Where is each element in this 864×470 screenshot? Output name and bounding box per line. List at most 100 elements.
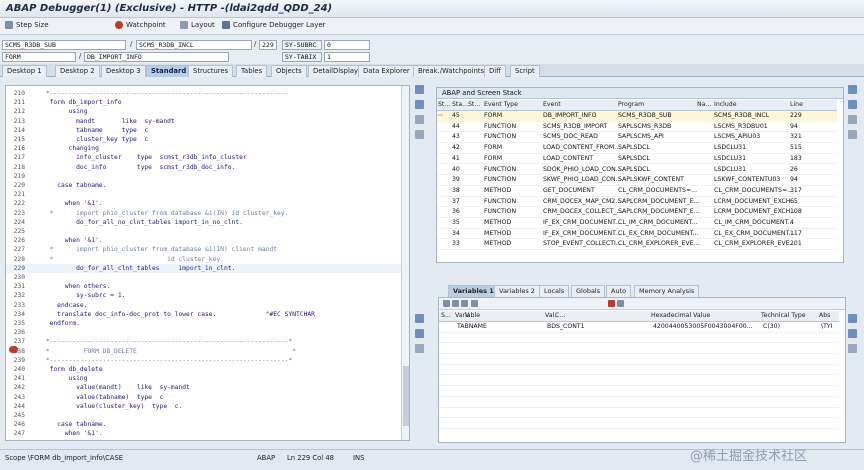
code-line[interactable]: 227 * import phio_cluster from database … bbox=[6, 245, 409, 254]
block-type-field[interactable]: FORM bbox=[2, 52, 76, 62]
stack-row[interactable]: 41 FORM LOAD_CONTENT SAPLSDCL LSDCLU31 183 bbox=[437, 154, 837, 165]
swap-icon[interactable] bbox=[848, 329, 857, 338]
layout-button[interactable]: Layout bbox=[180, 21, 215, 29]
stack-row[interactable]: 40 FUNCTION SDOK_PHIO_LOAD_CON... SAPLSDCL L… bbox=[437, 165, 837, 176]
tab-desktop-2[interactable]: Desktop 2 bbox=[55, 65, 100, 77]
code-line[interactable]: 212 using bbox=[6, 107, 409, 116]
editor-scrollbar[interactable] bbox=[401, 86, 409, 440]
code-line[interactable]: 247 when '&1'. bbox=[6, 429, 409, 438]
tool-icon[interactable] bbox=[415, 115, 424, 124]
source-code-editor[interactable]: 210 *-----------------------------------… bbox=[5, 85, 410, 441]
tab-script[interactable]: Script bbox=[510, 65, 540, 77]
code-line[interactable]: 224 do_for_all_no_clnt_tables import_in_… bbox=[6, 218, 409, 227]
program-field[interactable]: SCMS_R3DB_SUB bbox=[2, 40, 126, 50]
sy-tabix-value[interactable]: 1 bbox=[324, 52, 370, 62]
code-line[interactable]: 228 * id cluster_key. bbox=[6, 255, 409, 264]
tab-tables[interactable]: Tables bbox=[236, 65, 268, 77]
code-line[interactable]: 240 form db_delete bbox=[6, 365, 409, 374]
code-line[interactable]: 245 bbox=[6, 411, 409, 420]
code-line[interactable]: 216 changing bbox=[6, 144, 409, 153]
tab-data-explorer[interactable]: Data Explorer bbox=[358, 65, 415, 77]
tab-locals[interactable]: Locals bbox=[539, 285, 570, 297]
stack-row[interactable]: 35 METHOD IF_EX_CRM_DOCUMENT... CL_IM_CRM_D… bbox=[437, 218, 837, 229]
tool-icon[interactable] bbox=[848, 115, 857, 124]
code-line[interactable]: 229 do_for_all_clnt_tables import_in_cln… bbox=[6, 263, 409, 273]
stack-row[interactable]: 42 FORM LOAD_CONTENT_FROM... SAPLSDCL LSDCLU… bbox=[437, 143, 837, 154]
swap-icon[interactable] bbox=[848, 100, 857, 109]
code-line[interactable]: 217 info_cluster type scmst_r3db_info_cl… bbox=[6, 153, 409, 162]
code-line[interactable]: 236 bbox=[6, 328, 409, 337]
block-name-field[interactable]: DB_IMPORT_INFO bbox=[84, 52, 229, 62]
column-header[interactable]: Na... bbox=[697, 100, 711, 110]
stack-row[interactable]: 37 FUNCTION CRM_DOCEX_MAP_CM2... SAPLCRM_DO… bbox=[437, 197, 837, 208]
maximize-icon[interactable] bbox=[415, 314, 424, 323]
tool-icon[interactable] bbox=[415, 344, 424, 353]
column-header[interactable]: St... bbox=[438, 100, 450, 110]
column-header[interactable]: Event bbox=[543, 100, 561, 110]
delete-icon[interactable] bbox=[443, 300, 450, 307]
code-line[interactable]: 226 when '&1'. bbox=[6, 236, 409, 245]
column-header[interactable]: Line bbox=[790, 100, 803, 110]
stack-row[interactable]: 38 METHOD GET_DOCUMENT CL_CRM_DOCUMENTS=...… bbox=[437, 186, 837, 197]
code-line[interactable]: 211 form db_import_info bbox=[6, 98, 409, 107]
code-line[interactable]: 241 using bbox=[6, 374, 409, 383]
stack-row[interactable]: 43 FUNCTION SCMS_DOC_READ SAPLSCMS_API LSCMS… bbox=[437, 132, 837, 144]
code-line[interactable]: 231 when others. bbox=[6, 282, 409, 291]
code-line[interactable]: 223 * import phio_cluster from database … bbox=[6, 209, 409, 218]
stack-row[interactable]: 34 METHOD IF_EX_CRM_DOCUMENT... CL_EX_CRM_D… bbox=[437, 229, 837, 240]
code-line[interactable]: 219 bbox=[6, 172, 409, 181]
swap-icon[interactable] bbox=[415, 329, 424, 338]
column-header[interactable]: S... bbox=[441, 311, 451, 321]
column-header[interactable]: V... bbox=[465, 311, 474, 321]
tab-variables-2[interactable]: Variables 2 bbox=[494, 285, 540, 297]
stack-row[interactable]: 36 FUNCTION CRM_DOCEX_COLLECT_... SAPLCRM_D… bbox=[437, 207, 837, 218]
step-size-button[interactable]: Step Size bbox=[5, 21, 49, 29]
code-line[interactable]: 235 endform. bbox=[6, 319, 409, 328]
code-line[interactable]: 221 bbox=[6, 190, 409, 199]
swap-icon[interactable] bbox=[415, 100, 424, 109]
code-line[interactable]: 220 case tabname. bbox=[6, 181, 409, 190]
column-header[interactable]: Hexadecimal Value bbox=[651, 311, 710, 321]
code-line[interactable]: 239 *-----------------------------------… bbox=[6, 356, 409, 365]
stack-row[interactable]: 39 FUNCTION SKWF_PHIO_LOAD_CON... SAPLSKWF_… bbox=[437, 175, 837, 186]
code-line[interactable]: 222 when '&1'. bbox=[6, 199, 409, 208]
close-tool-icon[interactable] bbox=[848, 130, 857, 139]
code-line[interactable]: 210 *-----------------------------------… bbox=[6, 89, 409, 98]
code-line[interactable]: 233 endcase. bbox=[6, 301, 409, 310]
tab-standard[interactable]: Standard bbox=[146, 65, 192, 77]
tab-variables-1[interactable]: Variables 1 bbox=[448, 285, 499, 297]
close-tool-icon[interactable] bbox=[415, 130, 424, 139]
code-line[interactable]: 237 *-----------------------------------… bbox=[6, 337, 409, 346]
column-header[interactable]: Abs bbox=[819, 311, 830, 321]
column-header[interactable]: C... bbox=[555, 311, 565, 321]
configure-debugger-layer-button[interactable]: Configure Debugger Layer bbox=[222, 21, 326, 29]
tab-diff[interactable]: Diff bbox=[484, 65, 506, 77]
variable-row[interactable]: TABNAME BDS_CONT1 4200440053005F0043004F00… bbox=[439, 322, 839, 333]
maximize-icon[interactable] bbox=[848, 314, 857, 323]
sy-subrc-value[interactable]: 0 bbox=[324, 40, 370, 50]
code-line[interactable]: 218 doc_info type scmst_r3db_doc_info. bbox=[6, 163, 409, 172]
stack-row[interactable]: 44 FUNCTION SCMS_R3DB_IMPORT SAPLSCMS_R3DB L… bbox=[437, 122, 837, 133]
tab-globals[interactable]: Globals bbox=[571, 285, 606, 297]
tab-auto[interactable]: Auto bbox=[606, 285, 632, 297]
stack-row[interactable]: ⇨ 45 FORM DB_IMPORT_INFO SCMS_R3DB_SUB SCMS_R… bbox=[437, 111, 837, 122]
column-header[interactable]: Event Type bbox=[484, 100, 518, 110]
maximize-icon[interactable] bbox=[415, 85, 424, 94]
scrollbar-thumb[interactable] bbox=[403, 366, 409, 426]
tab-memory-analysis[interactable]: Memory Analysis bbox=[634, 285, 700, 297]
code-line[interactable]: 243 value(tabname) type c bbox=[6, 393, 409, 402]
move-icon[interactable] bbox=[461, 300, 469, 307]
code-line[interactable]: 230 bbox=[6, 273, 409, 282]
tool-icon[interactable] bbox=[848, 344, 857, 353]
column-header[interactable]: Technical Type bbox=[761, 311, 806, 321]
tab-desktop-1[interactable]: Desktop 1 bbox=[2, 65, 47, 77]
filter-icon[interactable] bbox=[470, 300, 478, 307]
column-header[interactable]: Include bbox=[714, 100, 737, 110]
tab-objects[interactable]: Objects bbox=[271, 65, 307, 77]
line-field[interactable]: 229 bbox=[259, 40, 277, 50]
code-line[interactable]: 248 * delete from database &1(IN) id clu… bbox=[6, 439, 409, 441]
code-line[interactable]: 213 mandt like sy-mandt bbox=[6, 117, 409, 126]
copy-icon[interactable] bbox=[452, 300, 460, 307]
code-line[interactable]: 234 translate doc_info-doc_prot to lower… bbox=[6, 310, 409, 319]
tab-breakpoints-watchpoints[interactable]: Break./Watchpoints bbox=[413, 65, 490, 77]
